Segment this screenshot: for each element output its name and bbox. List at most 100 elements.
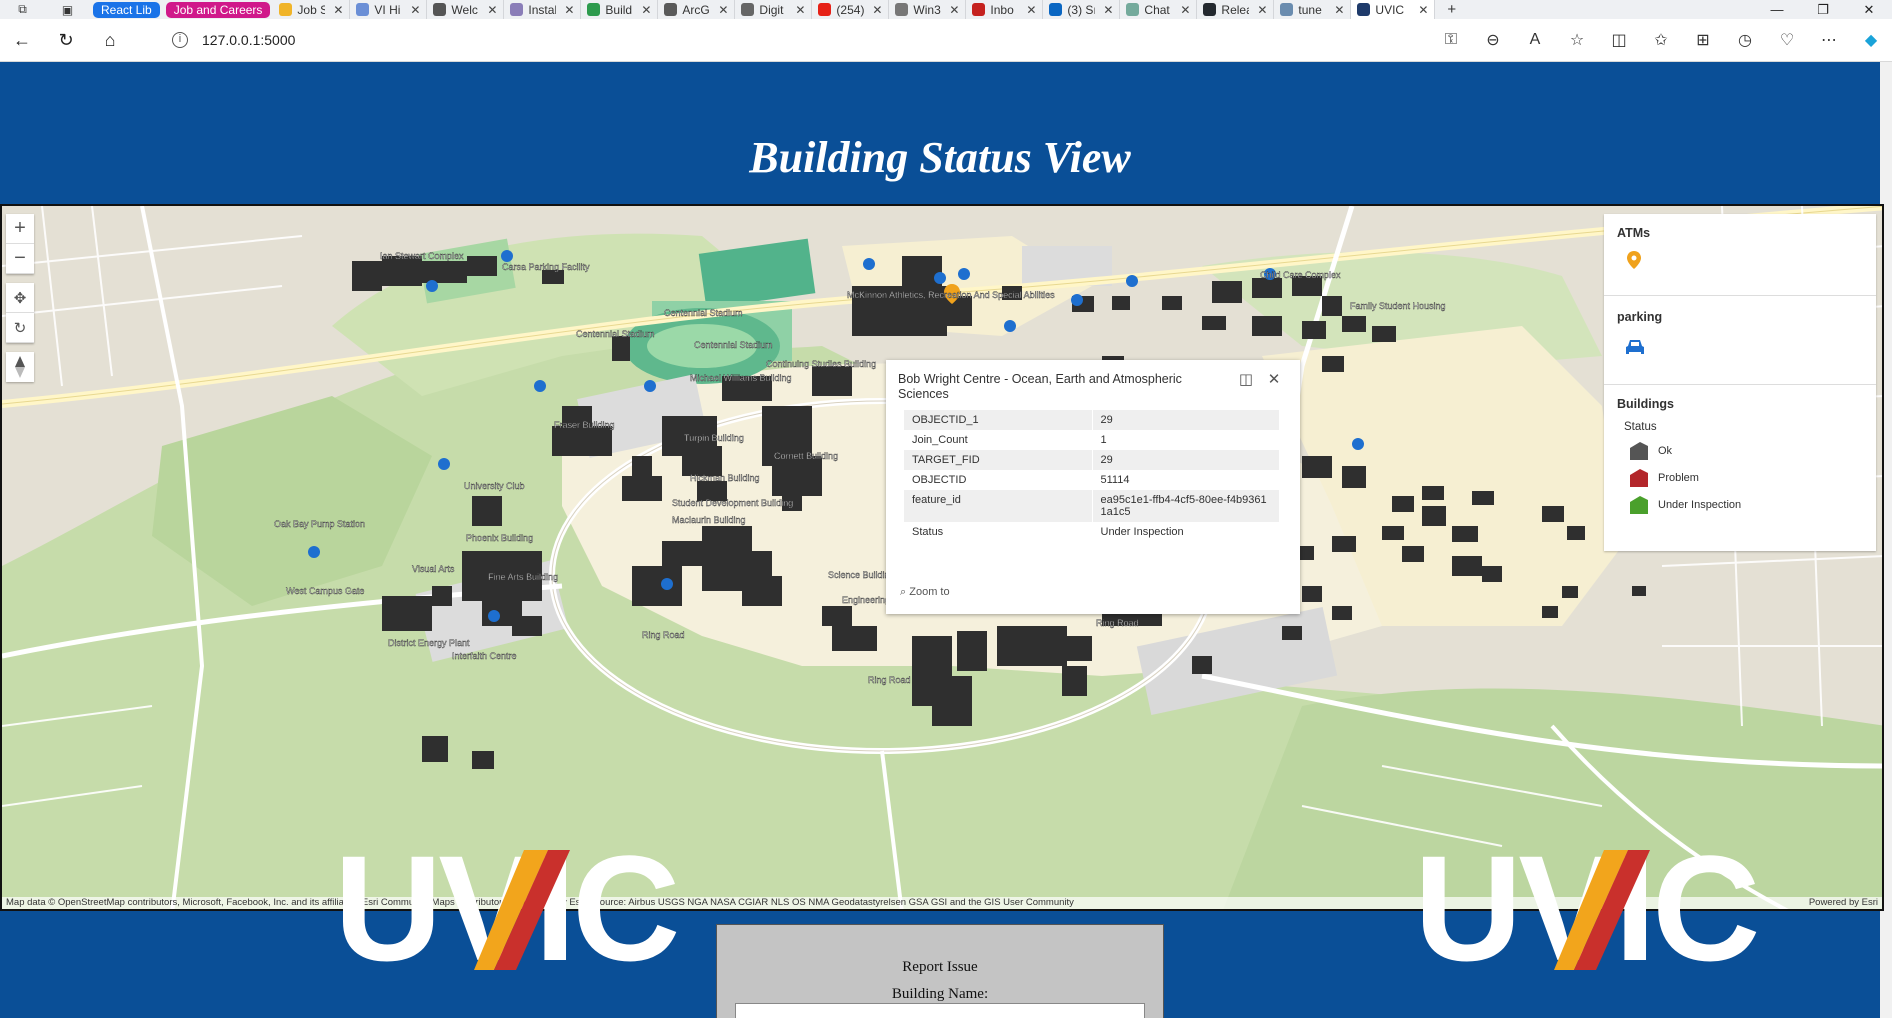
split-screen-icon[interactable]: ◫ bbox=[1598, 30, 1640, 50]
building-name-label: Building Name: bbox=[891, 986, 989, 1002]
popup-actions: ◫ ✕ bbox=[1232, 370, 1288, 388]
tab-label: Welc bbox=[451, 2, 478, 17]
restore-icon[interactable]: ❐ bbox=[1800, 2, 1846, 18]
tab-close-icon[interactable]: ✕ bbox=[410, 3, 420, 17]
tab-label: Inbo bbox=[990, 2, 1014, 17]
tab-favicon-icon bbox=[972, 3, 986, 16]
copilot-icon[interactable]: ◆ bbox=[1850, 30, 1892, 50]
map-label-centennial-2: Centennial Stadium bbox=[576, 329, 655, 339]
browser-tab[interactable]: VI Hi ✕ bbox=[350, 0, 428, 19]
map-label-west-campus: West Campus Gate bbox=[286, 586, 364, 596]
tab-close-icon[interactable]: ✕ bbox=[872, 3, 882, 17]
tab-close-icon[interactable]: ✕ bbox=[1103, 3, 1113, 17]
browser-tab[interactable]: Instal ✕ bbox=[504, 0, 582, 19]
browser-tab[interactable]: ArcGI ✕ bbox=[658, 0, 736, 19]
building-name-input[interactable] bbox=[735, 1003, 1145, 1018]
tab-favicon-icon bbox=[510, 3, 524, 16]
zoom-to-button[interactable]: ⌕ Zoom to bbox=[900, 586, 950, 599]
more-menu-icon[interactable]: ⋯ bbox=[1808, 30, 1850, 50]
map-label-fine-arts: Fine Arts Building bbox=[488, 572, 558, 582]
compass-icon[interactable] bbox=[6, 352, 34, 382]
attr-value: Under Inspection bbox=[1092, 522, 1280, 542]
attr-value: 29 bbox=[1092, 410, 1280, 430]
history-icon[interactable]: ◷ bbox=[1724, 30, 1766, 50]
tab-actions-icon[interactable]: ▣ bbox=[45, 0, 90, 19]
pan-icon[interactable]: ✥ bbox=[6, 283, 34, 313]
tab-close-icon[interactable]: ✕ bbox=[795, 3, 805, 17]
tab-label: UVIC bbox=[1375, 2, 1405, 17]
tab-close-icon[interactable]: ✕ bbox=[1026, 3, 1036, 17]
browser-tab[interactable]: Chat ✕ bbox=[1120, 0, 1198, 19]
favorites-icon[interactable]: ✩ bbox=[1640, 30, 1682, 50]
tab-close-icon[interactable]: ✕ bbox=[1180, 3, 1190, 17]
favorite-star-icon[interactable]: ☆ bbox=[1556, 30, 1598, 50]
tab-close-icon[interactable]: ✕ bbox=[1334, 3, 1344, 17]
tab-group-job-careers[interactable]: Job and Careers bbox=[165, 1, 271, 18]
browser-tab[interactable]: Digit ✕ bbox=[735, 0, 813, 19]
tab-favicon-icon bbox=[1126, 3, 1140, 16]
browser-tab[interactable]: tune ✕ bbox=[1274, 0, 1352, 19]
rotate-icon[interactable]: ↻ bbox=[6, 313, 34, 343]
site-info-icon[interactable]: i bbox=[172, 32, 188, 48]
browser-tab[interactable]: Win3 ✕ bbox=[889, 0, 967, 19]
tab-close-icon[interactable]: ✕ bbox=[487, 3, 497, 17]
map-label-continuing-studies: Continuing Studies Building bbox=[766, 359, 876, 369]
legend-item-under-inspection: Under Inspection bbox=[1630, 496, 1741, 514]
tab-group-react-lib[interactable]: React Lib bbox=[93, 1, 160, 18]
home-icon[interactable]: ⌂ bbox=[88, 19, 132, 62]
table-row: feature_id ea95c1e1-ffb4-4cf5-80ee-f4b93… bbox=[904, 490, 1280, 522]
zoom-out-button[interactable]: − bbox=[6, 244, 34, 274]
back-icon[interactable]: ← bbox=[0, 19, 44, 62]
legend-status-field: Status bbox=[1624, 421, 1657, 433]
dock-icon[interactable]: ◫ bbox=[1232, 370, 1260, 388]
map-label-visual-arts: Visual Arts bbox=[412, 564, 455, 574]
address-bar: ← ↻ ⌂ i 127.0.0.1:5000 ⚿ ⊖ A ☆ ◫ ✩ ⊞ ◷ ♡… bbox=[0, 19, 1892, 62]
tab-close-icon[interactable]: ✕ bbox=[564, 3, 574, 17]
tab-favicon-icon bbox=[1203, 3, 1217, 16]
performance-icon[interactable]: ♡ bbox=[1766, 30, 1808, 50]
url-field[interactable]: i 127.0.0.1:5000 bbox=[172, 32, 295, 48]
map-view[interactable]: Ian Stewart Complex Carsa Parking Facili… bbox=[0, 204, 1884, 911]
attr-value: 1 bbox=[1092, 430, 1280, 450]
tab-favicon-icon bbox=[356, 3, 370, 16]
browser-tab[interactable]: (3) Sı ✕ bbox=[1043, 0, 1121, 19]
map-label-interfaith: Interfaith Centre bbox=[452, 651, 517, 661]
tab-close-icon[interactable]: ✕ bbox=[949, 3, 959, 17]
tab-close-icon[interactable]: ✕ bbox=[718, 3, 728, 17]
browser-tab[interactable]: Job S ✕ bbox=[273, 0, 351, 19]
zoom-in-button[interactable]: + bbox=[6, 214, 34, 244]
tab-close-icon[interactable]: ✕ bbox=[1418, 3, 1428, 17]
key-icon[interactable]: ⚿ bbox=[1430, 31, 1472, 49]
browser-tab[interactable]: Build ✕ bbox=[581, 0, 659, 19]
tab-close-icon[interactable]: ✕ bbox=[333, 3, 343, 17]
browser-tab[interactable]: UVIC ✕ bbox=[1351, 0, 1436, 19]
tab-label: Win3 bbox=[913, 2, 941, 17]
browser-tab[interactable]: Relea ✕ bbox=[1197, 0, 1275, 19]
collections-icon[interactable]: ⊞ bbox=[1682, 30, 1724, 50]
read-aloud-icon[interactable]: A bbox=[1514, 31, 1556, 49]
tab-favicon-icon bbox=[664, 3, 678, 16]
tab-close-icon[interactable]: ✕ bbox=[1257, 3, 1267, 17]
legend-label-under-inspection: Under Inspection bbox=[1658, 499, 1742, 511]
close-icon[interactable]: ✕ bbox=[1260, 370, 1288, 388]
tab-close-icon[interactable]: ✕ bbox=[641, 3, 651, 17]
close-window-icon[interactable]: ✕ bbox=[1846, 2, 1892, 18]
tab-favicon-icon bbox=[895, 3, 909, 16]
new-tab-button[interactable]: + bbox=[1435, 0, 1468, 19]
browser-toolbar: ⚿ ⊖ A ☆ ◫ ✩ ⊞ ◷ ♡ ⋯ ◆ bbox=[1430, 30, 1892, 50]
browser-tab[interactable]: Inbo ✕ bbox=[966, 0, 1044, 19]
tab-favicon-icon bbox=[1280, 3, 1294, 16]
workspaces-icon[interactable]: ⧉ bbox=[0, 0, 45, 19]
minimize-icon[interactable]: — bbox=[1754, 2, 1800, 18]
table-row: Status Under Inspection bbox=[904, 522, 1280, 542]
map-label-ring-road-2: Ring Road bbox=[1096, 618, 1139, 628]
browser-tab[interactable]: Welc ✕ bbox=[427, 0, 505, 19]
zoom-icon[interactable]: ⊖ bbox=[1472, 30, 1514, 50]
uvic-logo-left: UVIC bbox=[334, 842, 681, 982]
map-label-ring-road-3: Ring Road bbox=[642, 630, 685, 640]
powered-by-esri-link[interactable]: Powered by Esri bbox=[1809, 897, 1878, 909]
browser-tab[interactable]: (254) ✕ bbox=[812, 0, 890, 19]
tab-label: (254) bbox=[836, 2, 865, 17]
refresh-icon[interactable]: ↻ bbox=[44, 19, 88, 62]
map-label-centennial-3: Centennial Stadium bbox=[694, 340, 773, 350]
